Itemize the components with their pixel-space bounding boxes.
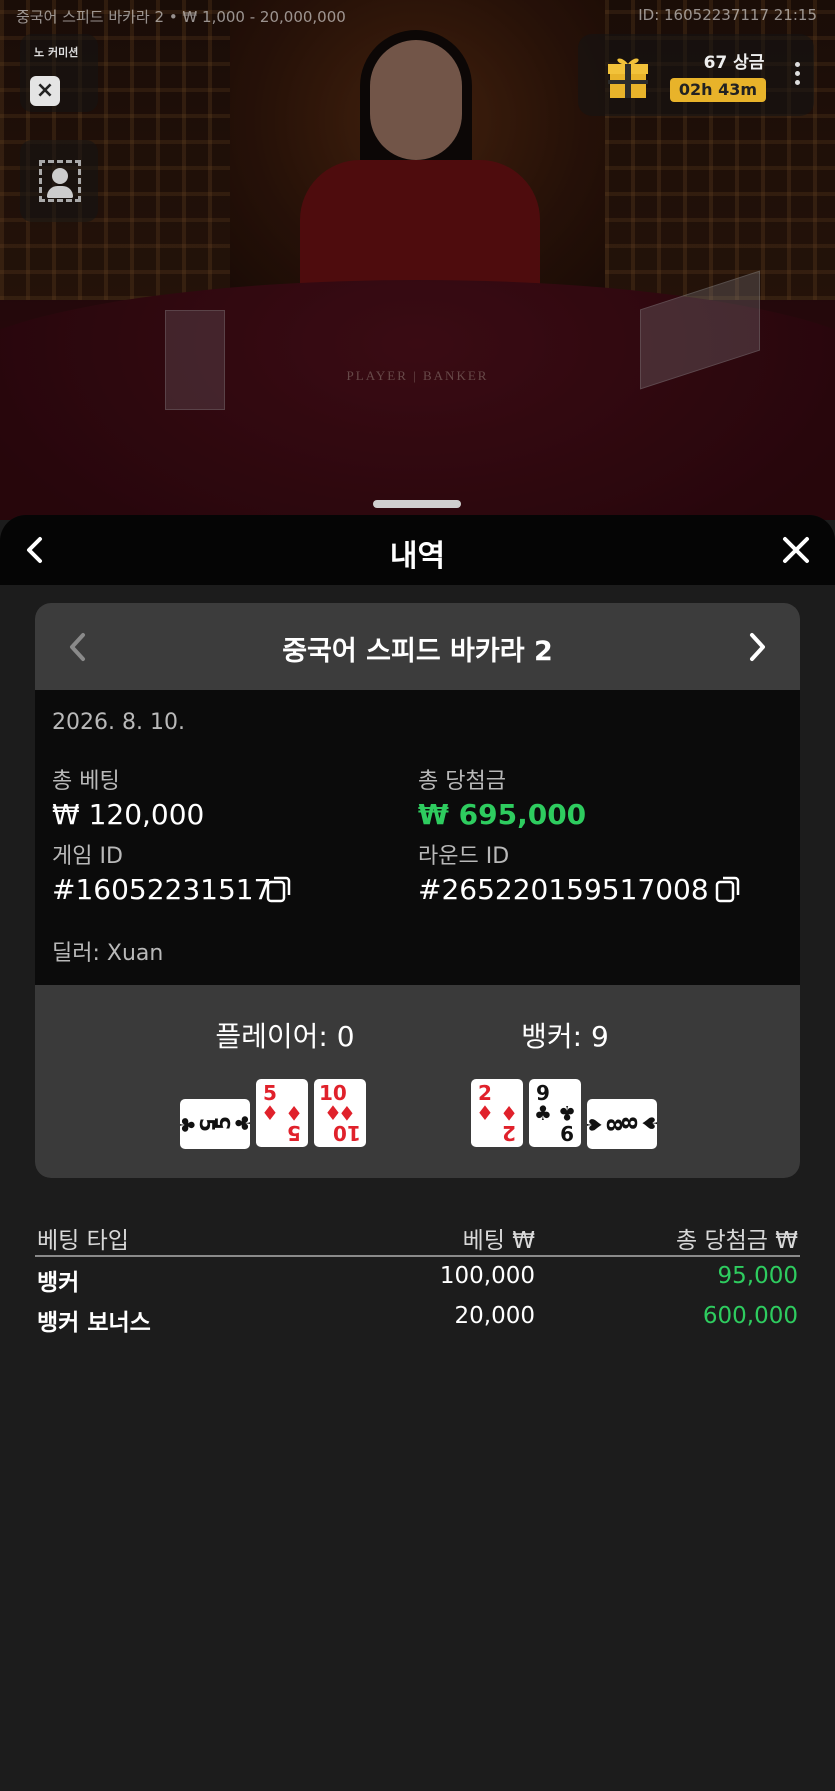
playing-card: 2 ♦ 2 ♦ (471, 1079, 523, 1147)
more-vertical-icon[interactable] (790, 62, 804, 92)
profile-button[interactable] (20, 140, 98, 222)
card-index: 5 ♦ (285, 1101, 303, 1145)
total-win-label: 총 당첨금 (418, 769, 506, 794)
bet-type-cell: 뱅커 보너스 (37, 1310, 151, 1336)
round-id-value: #265220159517008 (418, 873, 709, 906)
total-win-value: ₩ 695,000 (418, 798, 587, 831)
card-index: 5 ♦ (261, 1081, 279, 1125)
card-index: 2 ♦ (500, 1101, 518, 1145)
bet-amount-cell: 100,000 (439, 1263, 535, 1289)
playing-card: 8 ♠ 8 ♠ (582, 1099, 663, 1149)
history-panel: 내역 중국어 스피드 바카라 2 2026. 8. 10. 총 베팅 ₩ 120… (0, 515, 835, 1791)
game-id-value: #16052231517 (52, 873, 272, 906)
total-bet-value: ₩ 120,000 (52, 798, 205, 831)
bet-type-cell: 뱅커 (37, 1270, 80, 1296)
banker-score: 뱅커: 9 (521, 1020, 609, 1053)
table-limits-info: 중국어 스피드 바카라 2 • ₩ 1,000 - 20,000,000 (16, 8, 346, 26)
game-name: 중국어 스피드 바카라 2 (282, 636, 553, 667)
no-commission-toggle[interactable]: 노 커미션 × (20, 34, 98, 112)
header-bet-amount: 베팅 ₩ (462, 1228, 535, 1254)
playing-card: 10 ♦ 10 ♦ (314, 1079, 366, 1147)
playing-card: 9 ♣ 9 ♣ (529, 1079, 581, 1147)
card-index: 9 ♣ (558, 1101, 576, 1145)
next-round-chevron-icon[interactable] (744, 629, 770, 665)
prize-timer: 02h 43m (670, 78, 766, 102)
copy-icon[interactable] (265, 874, 293, 904)
gift-icon (608, 58, 648, 98)
table-row: 뱅커 보너스 20,000 600,000 (35, 1297, 800, 1337)
player-score: 플레이어: 0 (215, 1020, 355, 1053)
card-index: 10 ♦ (333, 1101, 361, 1145)
total-bet-label: 총 베팅 (52, 769, 120, 794)
prize-widget[interactable]: 67 상금 02h 43m (578, 34, 814, 116)
drag-handle[interactable] (373, 500, 461, 508)
card-index: 9 ♣ (534, 1081, 552, 1125)
header-total-win: 총 당첨금 ₩ (675, 1228, 798, 1254)
round-info: 2026. 8. 10. 총 베팅 ₩ 120,000 총 당첨금 ₩ 695,… (35, 690, 800, 985)
no-commission-label: 노 커미션 (34, 46, 79, 59)
round-detail-card: 중국어 스피드 바카라 2 2026. 8. 10. 총 베팅 ₩ 120,00… (35, 603, 800, 1178)
bets-table-header: 베팅 타입 베팅 ₩ 총 당첨금 ₩ (35, 1215, 800, 1257)
playing-card: 5 ♦ 5 ♦ (256, 1079, 308, 1147)
round-date: 2026. 8. 10. (52, 710, 185, 735)
close-icon[interactable]: × (30, 76, 60, 106)
avatar-head (52, 168, 68, 184)
bet-amount-cell: 20,000 (454, 1303, 535, 1329)
bets-table: 베팅 타입 베팅 ₩ 총 당첨금 ₩ 뱅커 100,000 95,000 뱅커 … (35, 1215, 800, 1337)
card-index: 5 ♣ (211, 1114, 256, 1132)
card-index: 8 ♠ (618, 1114, 663, 1132)
header-bet-type: 베팅 타입 (37, 1228, 129, 1254)
card-index: 2 ♦ (476, 1081, 494, 1125)
session-id-info: ID: 16052237117 21:15 (638, 6, 817, 24)
table-row: 뱅커 100,000 95,000 (35, 1257, 800, 1297)
prize-count: 67 상금 (703, 53, 765, 73)
round-id-label: 라운드 ID (418, 844, 510, 869)
round-result: 플레이어: 0 뱅커: 9 5 ♣ 5 ♣ 5 ♦ 5 ♦ 10 ♦ 10 ♦ 2 ♦ 2 … (35, 985, 800, 1178)
panel-title: 내역 (389, 539, 446, 574)
dealer-name: 딜러: Xuan (52, 941, 164, 966)
copy-icon[interactable] (714, 874, 742, 904)
round-navigator: 중국어 스피드 바카라 2 (35, 603, 800, 690)
panel-header: 내역 (0, 515, 835, 585)
win-amount-cell: 600,000 (702, 1303, 798, 1329)
win-amount-cell: 95,000 (717, 1263, 798, 1289)
game-id-label: 게임 ID (52, 844, 123, 869)
playing-card: 5 ♣ 5 ♣ (175, 1099, 256, 1149)
close-icon[interactable] (779, 533, 813, 567)
avatar-icon (47, 186, 73, 198)
